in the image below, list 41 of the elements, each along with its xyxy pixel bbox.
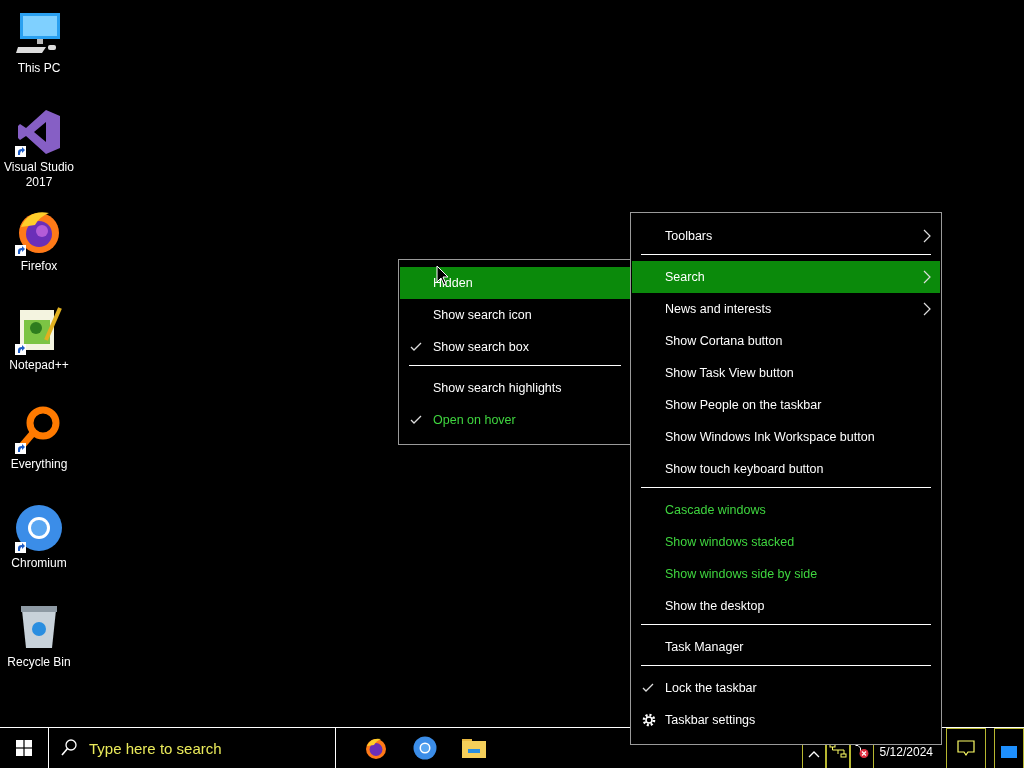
chromium-icon[interactable] xyxy=(15,504,63,552)
menu-item[interactable]: Show Task View button xyxy=(632,357,940,389)
firefox-icon[interactable] xyxy=(363,736,388,760)
search-icon xyxy=(61,739,77,757)
menu-item[interactable]: Show search highlights xyxy=(400,372,630,404)
folder-icon[interactable] xyxy=(461,737,486,759)
network-icon xyxy=(828,742,847,758)
menu-item[interactable]: Show People on the taskbar xyxy=(632,389,940,421)
menu-item[interactable]: Show search icon xyxy=(400,299,630,331)
desktop-icon xyxy=(1001,746,1017,758)
menu-item[interactable]: Search xyxy=(632,261,940,293)
menu-item[interactable]: Show touch keyboard button xyxy=(632,453,940,485)
menu-item[interactable]: Show search box xyxy=(400,331,630,363)
menu-item[interactable]: Toolbars xyxy=(632,220,940,252)
caret-up-icon xyxy=(807,750,820,758)
desktop-icon-label[interactable]: Firefox xyxy=(1,259,77,274)
desktop-icon-label[interactable]: Notepad++ xyxy=(1,358,77,373)
visual-studio-icon[interactable] xyxy=(16,108,62,156)
menu-item[interactable]: Taskbar settings xyxy=(632,704,940,736)
desktop-icon-label[interactable]: Visual Studio 2017 xyxy=(1,160,77,190)
recycle-bin-icon[interactable] xyxy=(19,604,59,650)
chromium-icon[interactable] xyxy=(412,736,437,760)
menu-item[interactable]: Show Cortana button xyxy=(632,325,940,357)
search-field[interactable]: Type here to search xyxy=(87,738,331,758)
speech-bubble-icon xyxy=(957,740,975,758)
menu-item[interactable]: Lock the taskbar xyxy=(632,672,940,704)
desktop-icon-label[interactable]: Chromium xyxy=(1,556,77,571)
settings-icon xyxy=(642,713,656,727)
computer-icon[interactable] xyxy=(16,11,62,55)
notifications-button[interactable] xyxy=(946,728,986,768)
menu-item[interactable]: Show Windows Ink Workspace button xyxy=(632,421,940,453)
menu-item[interactable]: Show the desktop xyxy=(632,590,940,622)
menu-item[interactable]: Task Manager xyxy=(632,631,940,663)
menu-item[interactable]: Hidden xyxy=(400,267,630,299)
desktop-icon-label[interactable]: Recycle Bin xyxy=(1,655,77,670)
desktop-icon-label[interactable]: Everything xyxy=(1,457,77,472)
desktop-icon-label[interactable]: This PC xyxy=(1,61,77,76)
menu-item[interactable]: News and interests xyxy=(632,293,940,325)
volume-muted-icon xyxy=(854,745,869,758)
show-desktop-button[interactable] xyxy=(994,728,1024,768)
windows-logo-icon xyxy=(16,740,32,756)
